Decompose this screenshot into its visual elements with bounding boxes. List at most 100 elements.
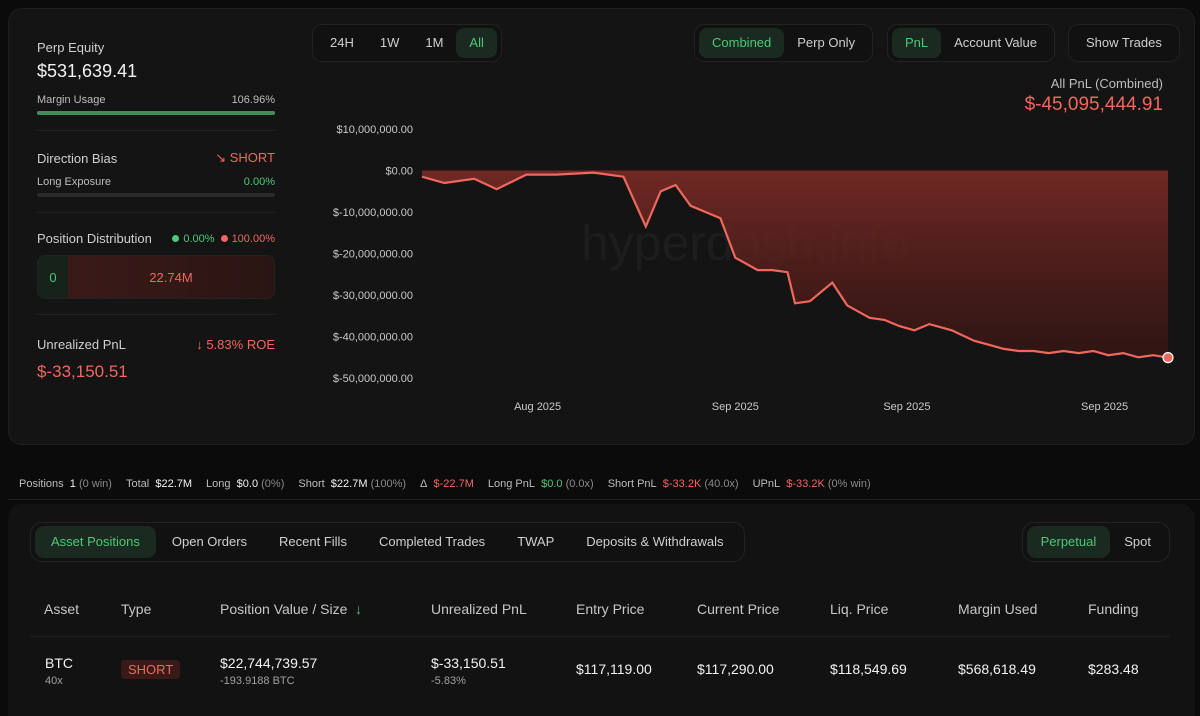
range-tab-all[interactable]: All [456,28,497,58]
row-asset: BTC [45,655,73,671]
col-position-value-label: Position Value / Size [220,601,348,617]
delta-value: $-22.7M [433,478,474,490]
tab-open-orders[interactable]: Open Orders [156,526,263,558]
range-tab-1m[interactable]: 1M [412,28,456,58]
unrealized-pnl-value: $-33,150.51 [37,362,128,381]
tab-recent-fills[interactable]: Recent Fills [263,526,363,558]
x-tick-label: Sep 2025 [712,401,759,413]
roe-value: ↓ 5.83% ROE [196,337,275,352]
col-current-price[interactable]: Current Price [697,601,779,617]
range-selector: 24H 1W 1M All [312,24,502,62]
margin-usage-bar [37,111,275,115]
x-tick-label: Sep 2025 [883,401,930,413]
mode-tab-combined[interactable]: Combined [699,28,785,58]
delta-label: Δ [420,478,428,490]
short-pnl-label: Short PnL [607,478,657,490]
col-liq-price[interactable]: Liq. Price [830,601,888,617]
margin-usage-label: Margin Usage [37,94,106,106]
upnl-label: UPnL [752,478,781,490]
long-pnl-label: Long PnL [487,478,535,490]
short-total-pct: (100%) [370,478,407,490]
range-tab-1w[interactable]: 1W [367,28,413,58]
col-margin-used[interactable]: Margin Used [958,601,1037,617]
short-value: 22.74M [68,256,274,298]
pnl-endpoint[interactable] [1162,352,1174,364]
row-entry-price: $117,119.00 [576,661,652,677]
col-position-value[interactable]: Position Value / Size ↓ [220,601,362,617]
row-type-badge: SHORT [121,660,181,679]
metric-tab-account-value[interactable]: Account Value [941,28,1050,58]
positions-label: Positions [19,478,64,490]
col-type[interactable]: Type [121,601,151,617]
long-total: $0.0 [236,478,259,490]
perp-equity-label: Perp Equity [37,40,105,55]
y-tick-label: $-40,000,000.00 [333,332,413,344]
row-funding: $283.48 [1088,661,1139,677]
x-tick-label: Sep 2025 [1081,401,1128,413]
tab-asset-positions[interactable]: Asset Positions [35,526,156,558]
positions-count: 1 [69,478,76,490]
distribution-bar: 0 22.74M [37,255,275,299]
show-trades-toggle: Show Trades [1068,24,1180,62]
trend-down-icon: ↘ [215,150,227,165]
col-unrealized-pnl[interactable]: Unrealized PnL [431,601,527,617]
row-current-price: $117,290.00 [697,661,774,677]
tab-completed-trades[interactable]: Completed Trades [363,526,501,558]
short-pnl-x: (40.0x) [704,478,739,490]
col-asset[interactable]: Asset [44,601,79,617]
tab-deposits-withdrawals[interactable]: Deposits & Withdrawals [570,526,739,558]
long-exposure-label: Long Exposure [37,176,111,188]
total-label: Total [125,478,150,490]
y-tick-label: $-30,000,000.00 [333,290,413,302]
mode-tab-perp-only[interactable]: Perp Only [784,28,868,58]
pnl-area [422,170,1168,358]
direction-bias-label: Direction Bias [37,150,118,166]
long-total-pct: (0%) [261,478,285,490]
upnl-win: (0% win) [827,478,871,490]
short-pnl-value: $-33.2K [662,478,702,490]
metric-selector: PnL Account Value [887,24,1056,62]
market-tabs: Perpetual Spot [1021,522,1170,562]
y-tick-label: $-50,000,000.00 [333,373,413,385]
range-tab-24h[interactable]: 24H [317,28,367,58]
row-upnl-pct: -5.83% [431,675,466,687]
pnl-title: All PnL (Combined) [1050,76,1163,91]
positions-tabs: Asset Positions Open Orders Recent Fills… [30,522,745,562]
row-margin-used: $568,618.49 [958,661,1036,677]
pnl-chart: $10,000,000.00 $0.00 $-10,000,000.00 $-20,0… [333,124,1174,413]
arrow-down-icon: ↓ [355,601,363,617]
direction-bias-value: ↘ SHORT [215,150,275,166]
x-tick-label: Aug 2025 [514,401,561,413]
long-pnl-value: $0.0 [541,478,563,490]
row-leverage: 40x [45,675,63,687]
col-funding[interactable]: Funding [1088,601,1139,617]
row-position-value: $22,744,739.57 [220,655,318,671]
y-tick-label: $-20,000,000.00 [333,249,413,261]
row-position-size: -193.9188 BTC [220,675,295,687]
short-label: Short [298,478,325,490]
row-liq-price: $118,549.69 [830,661,907,677]
total-value: $22.7M [155,478,193,490]
y-tick-label: $10,000,000.00 [337,124,413,136]
tab-perpetual[interactable]: Perpetual [1026,526,1111,558]
tab-spot[interactable]: Spot [1110,526,1165,558]
perp-equity-value: $531,639.41 [37,61,138,81]
tab-twap[interactable]: TWAP [501,526,570,558]
row-upnl: $-33,150.51 [431,655,506,671]
positions-summary: Positions 1 (0 win) Total $22.7M Long $0… [19,478,871,490]
long-exposure-value: 0.00% [243,176,275,188]
mode-selector: Combined Perp Only [694,24,874,62]
direction-bias-text: SHORT [229,150,275,165]
margin-usage-fill [37,111,275,115]
roe-text: 5.83% ROE [206,337,275,352]
show-trades-button[interactable]: Show Trades [1073,28,1175,58]
divider [8,499,1200,500]
metric-tab-pnl[interactable]: PnL [892,28,942,58]
positions-win: (0 win) [78,478,112,490]
col-entry-price[interactable]: Entry Price [576,601,644,617]
short-pct: 100.00% [231,232,275,245]
position-distribution-label: Position Distribution [37,231,152,246]
account-summary: Perp Equity $531,639.41 Margin Usage 106… [37,30,275,382]
y-tick-label: $-10,000,000.00 [333,207,413,219]
header-divider [30,636,1170,637]
